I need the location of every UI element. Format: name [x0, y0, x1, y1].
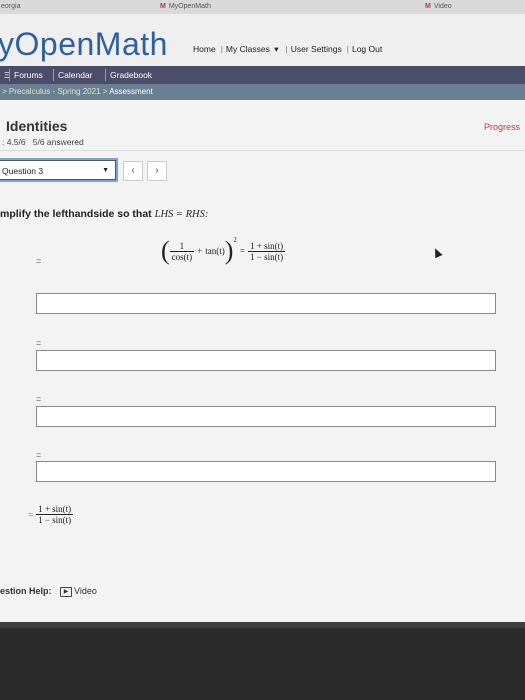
breadcrumb-trail: > Precalculus - Spring 2021 > Assessment: [2, 87, 153, 96]
nav-separator: |: [220, 44, 223, 54]
site-logo[interactable]: yOpenMath: [0, 26, 168, 63]
question-help: estion Help: ▶ Video: [0, 586, 97, 597]
nav-home-link[interactable]: Home: [193, 44, 216, 54]
browser-tab-3-label: Video: [433, 3, 452, 10]
plus-sign: +: [197, 246, 203, 256]
nav-separator: |: [285, 44, 288, 54]
lhs-fraction: 1 cos(t): [169, 241, 195, 262]
lhs-numerator: 1: [169, 241, 195, 252]
question-select[interactable]: Question 3 ▼: [0, 160, 116, 180]
breadcrumb-current: Assessment: [109, 87, 153, 96]
site-header: yOpenMath Home | My Classes ▾ | User Setting…: [0, 14, 525, 66]
rhs-numerator: 1 + sin(t): [248, 240, 286, 252]
browser-tab-2[interactable]: M MyOpenMath: [160, 3, 211, 10]
equals-sign: =: [36, 394, 42, 404]
breadcrumb-separator: >: [2, 87, 7, 96]
divider: [0, 150, 525, 151]
nav-my-classes-link[interactable]: My Classes ▾: [226, 44, 281, 54]
browser-tab-3[interactable]: M Video: [425, 3, 452, 10]
prev-question-button[interactable]: ‹: [123, 161, 143, 181]
question-select-value: Question 3: [2, 166, 44, 176]
final-fraction: 1 + sin(t) 1 − sin(t): [36, 504, 74, 525]
video-help-link[interactable]: ▶ Video: [60, 586, 97, 597]
nav-logout-link[interactable]: Log Out: [352, 44, 382, 54]
gmail-icon: M: [425, 3, 431, 10]
nav-user-settings-link[interactable]: User Settings: [291, 44, 342, 54]
final-denominator: 1 − sin(t): [38, 515, 72, 525]
question-help-label: estion Help:: [0, 586, 52, 596]
page-title: Identities: [6, 118, 68, 134]
top-nav: Home | My Classes ▾ | User Settings | Log Out: [193, 44, 384, 55]
browser-tab-strip: eorgia M MyOpenMath M Video: [0, 0, 525, 14]
browser-tab-1[interactable]: eorgia: [1, 3, 20, 10]
nav-my-classes-label: My Classes: [225, 44, 270, 54]
progress-link[interactable]: Progress: [484, 122, 520, 132]
answer-input[interactable]: [36, 461, 496, 482]
final-numerator: 1 + sin(t): [36, 504, 74, 515]
identity-equation: (1 cos(t) + tan(t))2= 1 + sin(t) 1 − sin(t): [161, 236, 286, 266]
lhs-term: tan(t): [205, 246, 225, 256]
left-paren: (: [161, 236, 170, 265]
video-help-label: Video: [74, 586, 97, 596]
equals-sign: =: [36, 338, 42, 348]
instruction-math: LHS = RHS:: [154, 209, 209, 220]
answered-count: 5/6 answered: [32, 137, 84, 147]
answer-input[interactable]: [36, 293, 496, 314]
nav-gradebook-link[interactable]: Gradebook: [105, 69, 156, 81]
lhs-denominator: cos(t): [171, 251, 193, 262]
answer-input[interactable]: [36, 406, 496, 427]
nav-calendar-link[interactable]: Calendar: [53, 69, 97, 81]
gmail-icon: M: [160, 3, 166, 10]
rhs-fraction: 1 + sin(t) 1 − sin(t): [248, 240, 286, 262]
browser-tab-2-label: MyOpenMath: [168, 3, 211, 10]
instruction-text: mplify the lefthandside so that: [0, 208, 152, 220]
equals-sign: =: [28, 509, 34, 520]
breadcrumb-course-link[interactable]: Precalculus - Spring 2021: [9, 87, 101, 96]
exponent: 2: [233, 236, 237, 244]
course-navbar: Ξ Forums Calendar Gradebook: [0, 66, 525, 84]
breadcrumb-separator: >: [102, 87, 108, 96]
nav-forums-link[interactable]: Forums: [9, 69, 47, 81]
caret-down-icon: ▼: [102, 167, 109, 174]
assessment-content: Identities : 4.5/6 5/6 answered Progress…: [0, 100, 525, 622]
answer-input[interactable]: [36, 350, 496, 371]
question-instruction: mplify the lefthandside so that LHS = RH…: [0, 208, 208, 220]
next-question-button[interactable]: ›: [147, 161, 167, 181]
score-value: : 4.5/6: [2, 137, 26, 147]
equals-sign: =: [36, 256, 42, 266]
breadcrumb: > Precalculus - Spring 2021 > Assessment: [0, 84, 525, 100]
rhs-denominator: 1 − sin(t): [250, 251, 284, 262]
equals-sign: =: [239, 246, 245, 256]
equals-sign: =: [36, 450, 42, 460]
nav-separator: |: [346, 44, 349, 54]
play-icon: ▶: [60, 586, 73, 597]
chevron-down-icon: ▾: [274, 44, 279, 54]
final-step: = 1 + sin(t) 1 − sin(t): [28, 504, 74, 525]
score-summary: : 4.5/6 5/6 answered: [2, 137, 84, 147]
screen-bezel: [0, 622, 525, 700]
